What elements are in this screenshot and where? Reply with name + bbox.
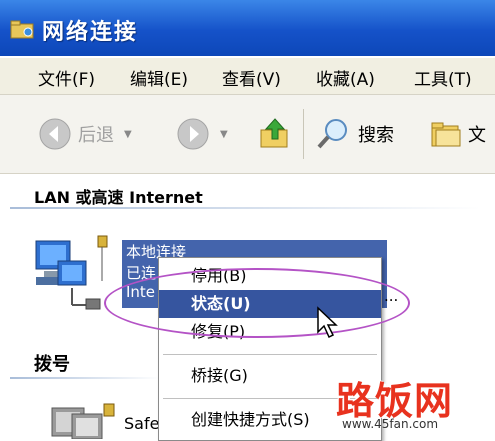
window-title: 网络连接 [42,20,139,45]
menu-view[interactable]: 查看(V) [222,65,281,90]
mouse-cursor-icon [317,306,338,339]
menu-edit[interactable]: 编辑(E) [130,65,188,90]
back-button[interactable]: 后退 ▼ [38,95,132,173]
section-lan-title: LAN 或高速 Internet [34,188,203,207]
highlight-ellipse [104,268,410,338]
watermark-url: www.45fan.com [342,417,439,431]
up-folder-icon [260,118,288,148]
folders-label: 文 [468,125,486,146]
forward-arrow-icon [177,118,209,150]
up-folder-button[interactable] [258,95,292,173]
toolbar: 后退 ▼ ▼ 搜索 文 [0,95,495,174]
menu-item-bridge-label: 桥接(G) [191,366,248,385]
dialup-connection-label: Safe [124,414,160,433]
menu-item-create-shortcut-label: 创建快捷方式(S) [191,410,310,429]
menu-bar: 文件(F) 编辑(E) 查看(V) 收藏(A) 工具(T) [0,58,495,95]
network-folder-icon [10,20,34,39]
search-icon [317,119,347,149]
forward-dropdown-icon[interactable]: ▼ [220,129,228,140]
menu-separator [163,354,377,355]
back-dropdown-icon[interactable]: ▼ [124,129,132,140]
back-label: 后退 [78,125,114,146]
search-button[interactable]: 搜索 [316,95,394,173]
dialup-connection-icon[interactable] [46,400,126,439]
folders-button[interactable]: 文 [430,95,486,173]
title-bar: 网络连接 [0,0,495,56]
menu-file[interactable]: 文件(F) [38,65,95,90]
section-lan-divider [10,207,480,209]
search-label: 搜索 [358,125,394,146]
toolbar-separator [303,109,304,159]
watermark-logo: 路饭网 www.45fan.com [336,370,491,436]
back-arrow-icon [39,118,71,150]
section-dialup-divider [10,377,160,379]
forward-button[interactable]: ▼ [176,95,228,173]
section-dialup-title: 拨号 [34,354,70,375]
menu-tools[interactable]: 工具(T) [414,65,472,90]
menu-favorites[interactable]: 收藏(A) [316,65,375,90]
folders-icon [431,122,461,147]
